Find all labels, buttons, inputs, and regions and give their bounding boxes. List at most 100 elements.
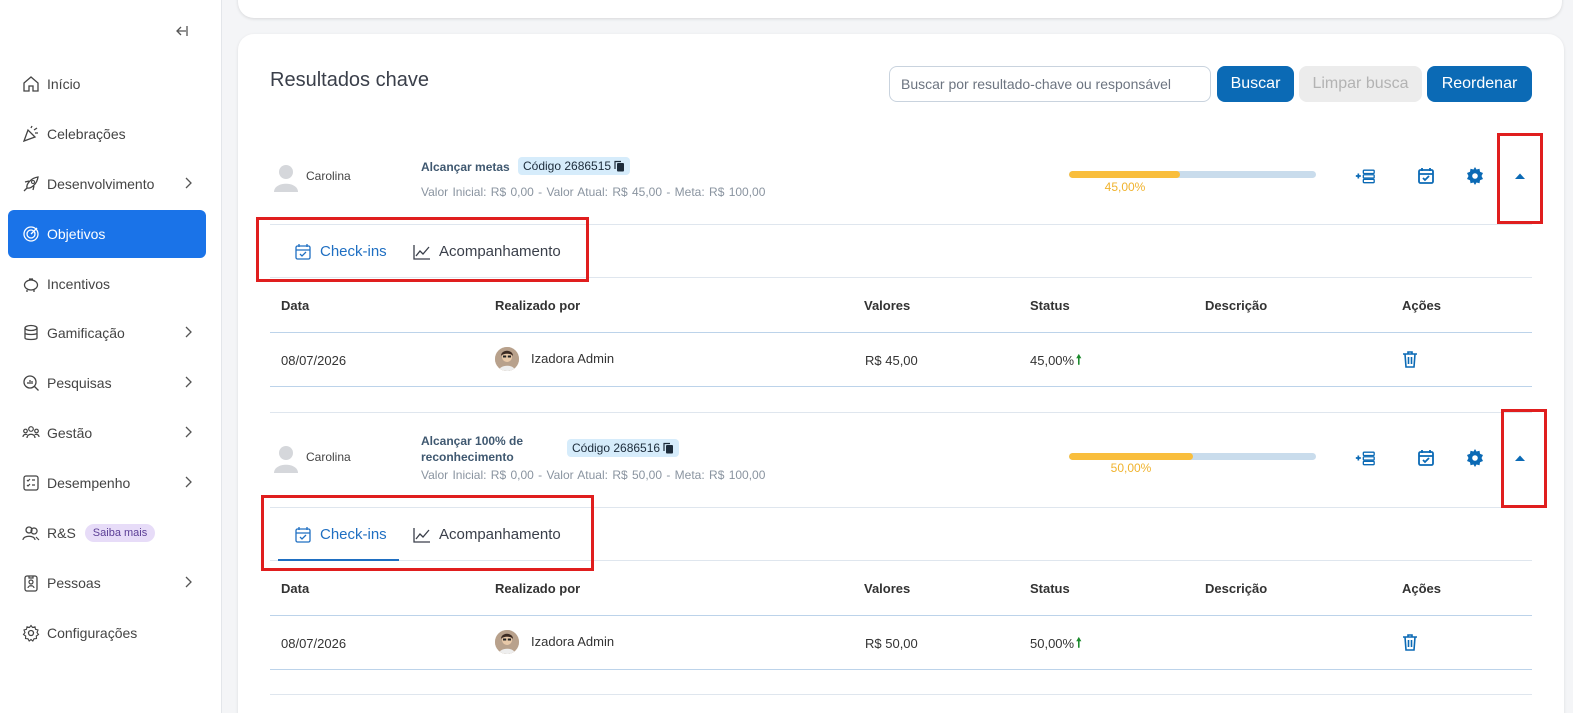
divider [270,694,1532,695]
tab-acompanhamento[interactable]: Acompanhamento [397,508,577,561]
settings-gear-icon[interactable] [1463,446,1487,470]
sidebar-nav: Início Celebrações Desenvolvimento Objet… [8,60,206,659]
sidebar-item-label: Início [47,76,81,92]
tab-label: Acompanhamento [439,526,561,543]
owner-name: Carolina [306,450,351,464]
progress-fill [1069,171,1181,178]
sidebar-item-desempenho[interactable]: Desempenho [8,459,206,507]
key-result-values: Valor Inicial: R$ 0,00 - Valor Atual: R$… [421,185,766,199]
sidebar-item-celebracoes[interactable]: Celebrações [8,110,206,158]
key-result-title[interactable]: Alcançar 100% de [421,433,523,449]
sidebar-item-gamificacao[interactable]: Gamificação [8,309,206,357]
sidebar-item-rs[interactable]: R&S Saiba mais [8,509,206,557]
sidebar-item-label: Desenvolvimento [47,175,155,192]
settings-gear-icon[interactable] [1463,164,1487,188]
clear-search-button[interactable]: Limpar busca [1299,66,1422,102]
key-results-card: Resultados chave Buscar Limpar busca Reo… [238,34,1564,713]
team-icon [22,424,40,442]
progress-label: 50,00% [1110,461,1152,475]
rocket-icon [22,175,40,193]
sidebar-item-pessoas[interactable]: Pessoas [8,559,206,607]
sidebar-item-desenvolvimento[interactable]: Desenvolvimento [8,160,206,208]
add-checkin-icon[interactable] [1353,164,1377,188]
progress-fill [1069,453,1193,460]
avatar [495,630,519,654]
checkin-status: 50,00% [1030,636,1075,651]
collapse-up-icon[interactable] [1508,446,1532,470]
search-button[interactable]: Buscar [1217,66,1294,102]
tab-acompanhamento[interactable]: Acompanhamento [397,225,577,278]
page-title: Resultados chave [270,69,429,91]
chevron-right-icon [185,426,192,438]
table-row: 08/07/2026 Izadora Admin R$ 50,00 50,00%… [270,616,1532,670]
column-header: Ações [1402,581,1442,596]
collapse-up-icon[interactable] [1508,164,1532,188]
sidebar: Início Celebrações Desenvolvimento Objet… [0,0,222,713]
tab-label: Check-ins [320,526,387,543]
sidebar-item-configuracoes[interactable]: Configurações [8,609,206,657]
tab-label: Check-ins [320,243,387,260]
line-chart-icon [413,244,430,260]
copy-icon[interactable] [614,160,625,172]
avatar [495,347,519,371]
sidebar-item-label: Configurações [47,624,138,641]
party-icon [22,125,40,143]
sidebar-item-label: Gestão [47,425,93,442]
column-header: Data [281,581,310,596]
top-card [238,0,1562,18]
table-header: Data Realizado por Valores Status Descri… [270,561,1532,616]
collapse-left-icon[interactable] [172,22,190,40]
recruit-icon [22,524,40,542]
tab-bar: Check-ins Acompanhamento [256,217,1532,282]
trash-icon[interactable] [1400,632,1420,652]
search-input[interactable] [889,66,1211,102]
reorder-button[interactable]: Reordenar [1427,66,1532,102]
sidebar-item-inicio[interactable]: Início [8,60,206,108]
saiba-mais-badge[interactable]: Saiba mais [84,524,156,543]
chevron-right-icon [185,576,192,588]
code-badge[interactable]: Código 2686515 [518,157,631,175]
sidebar-item-gestao[interactable]: Gestão [8,409,206,457]
tab-bar: Check-ins Acompanhamento [261,495,1532,571]
key-result-header: Carolina Alcançar metas Código 2686515 V… [270,129,1543,225]
key-result-title[interactable]: Alcançar metas [421,159,510,175]
checkin-status: 45,00% [1030,353,1075,368]
tab-label: Acompanhamento [439,243,561,260]
trash-icon[interactable] [1400,349,1420,369]
column-header: Status [1030,581,1070,596]
key-result-values: Valor Inicial: R$ 0,00 - Valor Atual: R$… [421,468,766,482]
sidebar-item-incentivos[interactable]: Incentivos [8,260,206,308]
checkin-date: 08/07/2026 [281,353,347,368]
progress-bar [1069,171,1316,178]
checklist-icon [22,474,40,492]
copy-icon[interactable] [663,442,674,454]
table-row: 08/07/2026 Izadora Admin R$ 45,00 45,00%… [270,333,1532,387]
key-result-title-line-2[interactable]: reconhecimento [421,449,514,465]
tab-check-ins[interactable]: Check-ins [278,508,403,561]
chevron-right-icon [185,326,192,338]
tab-check-ins[interactable]: Check-ins [278,225,403,278]
calendar-check-icon[interactable] [1414,164,1438,188]
code-badge[interactable]: Código 2686516 [567,439,680,457]
coins-icon [22,324,40,342]
column-header: Status [1030,298,1070,313]
sidebar-item-pesquisas[interactable]: Pesquisas [8,359,206,407]
chevron-right-icon [185,177,192,189]
arrow-up-icon: 🠕 [1076,635,1082,650]
column-header: Realizado por [495,298,581,313]
column-header: Descrição [1205,581,1268,596]
sidebar-item-objetivos[interactable]: Objetivos [8,209,206,258]
checkin-user: Izadora Admin [531,351,615,366]
home-icon [22,75,40,93]
avatar-placeholder-icon [274,446,298,473]
column-header: Descrição [1205,298,1268,313]
sidebar-item-label: Gamificação [47,325,125,342]
calendar-check-icon[interactable] [1414,446,1438,470]
column-header: Valores [864,581,911,596]
target-icon [22,225,40,243]
checkin-value: R$ 50,00 [865,636,918,651]
sidebar-item-label: Pesquisas [47,375,112,392]
avatar-placeholder-icon [274,165,298,192]
add-checkin-icon[interactable] [1353,446,1377,470]
gear-icon [22,624,40,642]
